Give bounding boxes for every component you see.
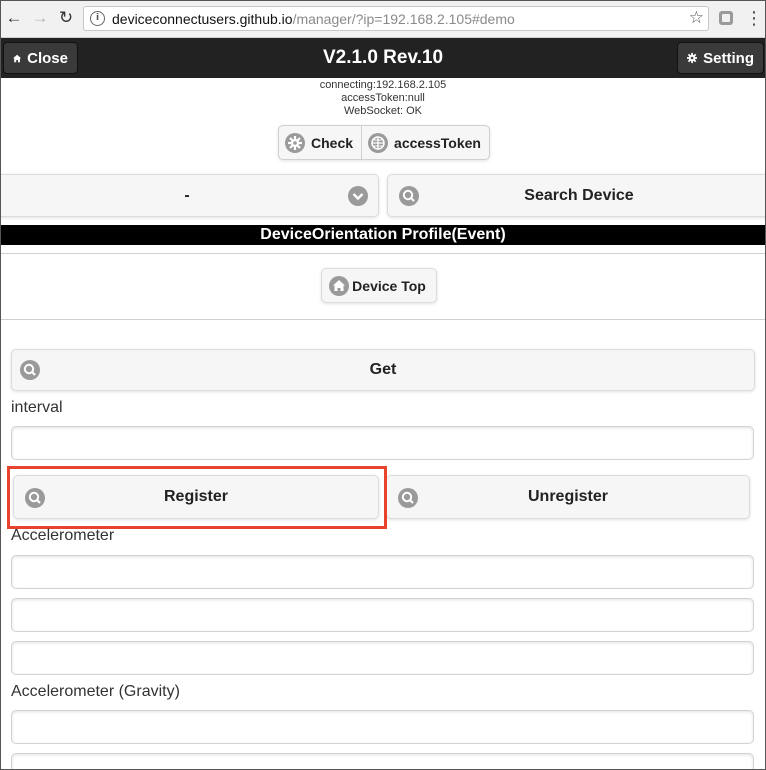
extension-icon[interactable] xyxy=(719,11,733,25)
back-arrow-icon[interactable]: ← xyxy=(3,7,25,29)
gear-icon xyxy=(285,132,305,153)
star-icon[interactable]: ☆ xyxy=(689,8,704,28)
register-label: Register xyxy=(163,488,229,505)
get-button[interactable]: Get xyxy=(11,349,755,391)
info-icon[interactable]: i xyxy=(90,11,105,26)
page-title: V2.1.0 Rev.10 xyxy=(322,47,444,68)
search-device-label: Search Device xyxy=(524,186,634,204)
address-bar[interactable]: i deviceconnectusers.github.io/manager/?… xyxy=(83,6,709,31)
device-top-label: Device Top xyxy=(352,277,426,294)
accelerometer-gravity-y-input[interactable] xyxy=(11,753,754,769)
websocket-status: WebSocket: OK xyxy=(343,105,423,117)
search-device-button[interactable]: Search Device xyxy=(387,174,765,217)
url-host: deviceconnectusers.github.io xyxy=(112,11,293,27)
get-label: Get xyxy=(369,361,397,378)
accelerometer-gravity-x-input[interactable] xyxy=(11,710,754,744)
setting-label: Setting xyxy=(703,49,754,67)
accelerometer-label: Accelerometer xyxy=(11,527,115,544)
unregister-button[interactable]: Unregister xyxy=(386,475,750,519)
chevron-down-icon xyxy=(348,186,368,206)
access-token-button[interactable]: accessToken xyxy=(361,126,489,159)
accelerometer-x-input[interactable] xyxy=(11,555,754,589)
grid-icon xyxy=(368,132,389,153)
url-path: /manager/?ip=192.168.2.105#demo xyxy=(292,11,515,27)
device-select[interactable]: - xyxy=(1,174,379,217)
connection-tools: Check accessToken xyxy=(278,125,490,160)
gear-icon xyxy=(687,52,698,64)
forward-arrow-icon[interactable]: → xyxy=(29,7,51,29)
interval-label: interval xyxy=(11,399,63,416)
accelerometer-z-input[interactable] xyxy=(11,641,754,675)
reload-icon[interactable]: ↻ xyxy=(55,7,77,29)
accelerometer-gravity-label: Accelerometer (Gravity) xyxy=(11,683,180,700)
access-token-status: accessToken:null xyxy=(341,92,425,104)
connecting-status: connecting:192.168.2.105 xyxy=(319,79,447,91)
device-select-value: - xyxy=(184,186,190,204)
access-token-label: accessToken xyxy=(394,134,481,151)
screen: ← → ↻ i deviceconnectusers.github.io/man… xyxy=(0,0,766,770)
app-header: Close V2.1.0 Rev.10 Setting xyxy=(1,38,765,78)
url-text: deviceconnectusers.github.io/manager/?ip… xyxy=(112,11,515,27)
unregister-label: Unregister xyxy=(527,488,609,505)
setting-button[interactable]: Setting xyxy=(677,42,764,74)
check-button[interactable]: Check xyxy=(279,126,361,159)
accelerometer-y-input[interactable] xyxy=(11,598,754,632)
device-top-button[interactable]: Device Top xyxy=(321,268,437,303)
check-label: Check xyxy=(311,134,354,151)
interval-input[interactable] xyxy=(11,426,754,460)
section-title: DeviceOrientation Profile(Event) xyxy=(1,225,765,245)
menu-kebab-icon[interactable]: ⋮ xyxy=(745,8,763,29)
register-button[interactable]: Register xyxy=(13,475,379,519)
browser-toolbar: ← → ↻ i deviceconnectusers.github.io/man… xyxy=(1,1,765,38)
